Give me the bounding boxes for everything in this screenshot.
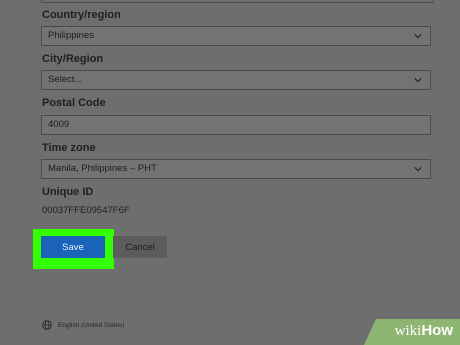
previous-field-edge <box>41 0 434 3</box>
postal-code-value: 4009 <box>48 119 70 130</box>
chevron-down-icon <box>414 34 422 39</box>
save-button[interactable]: Save <box>41 236 105 258</box>
unique-id-value: 00037FFE09547F6F <box>42 205 130 216</box>
country-select[interactable]: Philippines <box>41 26 431 46</box>
cancel-button[interactable]: Cancel <box>113 236 167 258</box>
city-value: Select... <box>48 74 83 85</box>
globe-icon <box>42 320 52 330</box>
chevron-down-icon <box>414 78 422 83</box>
language-selector[interactable]: English (United States) <box>42 320 124 330</box>
time-zone-select[interactable]: Manila, Philippines – PHT <box>41 159 431 179</box>
watermark-text: wikiHow <box>394 322 453 339</box>
language-label: English (United States) <box>58 321 125 329</box>
country-value: Philippines <box>48 30 94 41</box>
postal-code-label: Postal Code <box>42 97 106 109</box>
unique-id-label: Unique ID <box>42 186 94 198</box>
city-select[interactable]: Select... <box>41 70 431 90</box>
city-label: City/Region <box>42 53 104 65</box>
postal-code-input[interactable]: 4009 <box>41 115 431 135</box>
country-label: Country/region <box>42 9 121 21</box>
chevron-down-icon <box>414 167 422 172</box>
wikihow-watermark: wikiHow <box>364 319 460 345</box>
time-zone-label: Time zone <box>42 142 96 154</box>
time-zone-value: Manila, Philippines – PHT <box>48 163 157 174</box>
